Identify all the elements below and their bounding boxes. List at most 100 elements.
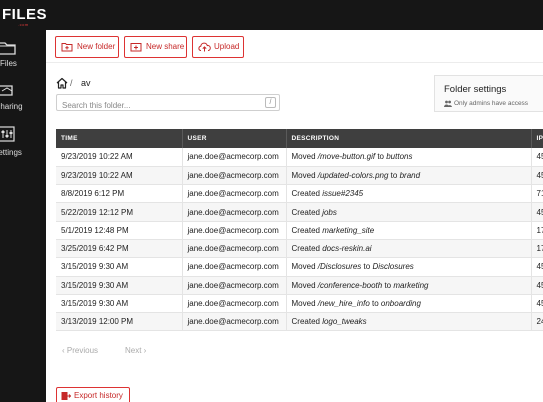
cell-time: 3/15/2019 9:30 AM: [56, 257, 183, 277]
cell-user: jane.doe@acmecorp.com: [182, 257, 287, 277]
sidebar-item-label: Settings: [0, 148, 22, 157]
action-verb: Moved: [291, 299, 318, 309]
sidebar-item-sharing[interactable]: Sharing: [0, 80, 46, 120]
cell-description: Created marketing_site: [286, 221, 532, 240]
cell-description: Moved /move-button.gif to buttons: [286, 148, 532, 167]
upload-label: Upload: [214, 42, 240, 51]
target-folder: marketing: [393, 280, 429, 290]
history-table: TIME USER DESCRIPTION IP 9/23/2019 10:22…: [56, 129, 543, 332]
folder-search: /: [56, 94, 280, 113]
cell-description: Created logo_tweaks: [286, 312, 532, 332]
table-row: 3/13/2019 12:00 PM jane.doe@acmecorp.com C…: [56, 312, 543, 332]
table-row: 5/1/2019 12:48 PM jane.doe@acmecorp.com Cr…: [56, 221, 543, 240]
cell-time: 3/15/2019 9:30 AM: [56, 294, 183, 314]
cell-user: jane.doe@acmecorp.com: [182, 239, 287, 259]
cell-description: Created jobs: [286, 202, 532, 222]
action-verb: Created: [291, 317, 323, 327]
cell-user: jane.doe@acmecorp.com: [182, 202, 287, 222]
table-header-row: TIME USER DESCRIPTION IP: [56, 129, 543, 148]
cell-ip: 45: [531, 148, 543, 167]
next-label: Next: [125, 346, 142, 355]
sidebar-item-label: Sharing: [0, 102, 23, 111]
table-row: 9/23/2019 10:22 AM jane.doe@acmecorp.com M…: [56, 148, 543, 167]
item-path: /updated-colors.png: [317, 170, 389, 180]
cell-user: jane.doe@acmecorp.com: [182, 221, 287, 240]
table-row: 9/23/2019 10:22 AM jane.doe@acmecorp.com M…: [56, 166, 543, 186]
cell-time: 9/23/2019 10:22 AM: [56, 148, 183, 167]
cell-time: 3/25/2019 6:42 PM: [56, 239, 183, 259]
cell-ip: 45: [531, 202, 543, 222]
action-verb: Created: [291, 225, 323, 235]
folder-icon: [0, 42, 16, 55]
target-folder: brand: [399, 170, 421, 180]
new-share-button[interactable]: New share: [124, 36, 187, 58]
target-folder: onboarding: [380, 299, 421, 309]
column-header-description: DESCRIPTION: [286, 129, 532, 148]
cell-ip: 17: [531, 221, 543, 240]
search-input[interactable]: [57, 98, 257, 113]
upload-button[interactable]: Upload: [192, 36, 244, 58]
target-folder: buttons: [386, 152, 413, 162]
cell-ip: 45: [531, 294, 543, 314]
new-folder-label: New folder: [77, 42, 116, 51]
next-page-button[interactable]: Next ›: [125, 346, 146, 355]
column-header-ip: IP: [531, 129, 543, 148]
cell-time: 9/23/2019 10:22 AM: [56, 166, 183, 186]
cell-user: jane.doe@acmecorp.com: [182, 276, 287, 295]
table-row: 3/25/2019 6:42 PM jane.doe@acmecorp.com Cr…: [56, 239, 543, 259]
cell-time: 3/15/2019 9:30 AM: [56, 276, 183, 295]
action-connector: to: [375, 152, 387, 162]
cell-description: Moved /conference-booth to marketing: [286, 276, 532, 295]
table-row: 3/15/2019 9:30 AM jane.doe@acmecorp.com Mo…: [56, 294, 543, 314]
folder-settings-subtitle: Only admins have access: [454, 100, 529, 107]
export-history-button[interactable]: Export history: [56, 387, 130, 402]
previous-page-button[interactable]: ‹ Previous: [62, 346, 98, 355]
share-icon: [0, 85, 13, 96]
table-row: 3/15/2019 9:30 AM jane.doe@acmecorp.com Mo…: [56, 276, 543, 295]
share-plus-icon: [130, 43, 142, 52]
breadcrumb-current[interactable]: av: [81, 78, 91, 88]
action-connector: to: [388, 170, 400, 180]
search-shortcut-key: /: [265, 97, 276, 108]
top-bar: FILES .com: [0, 0, 543, 30]
cell-description: Moved /new_hire_info to onboarding: [286, 294, 532, 314]
item-path: /conference-booth: [317, 280, 383, 290]
breadcrumb-separator: /: [70, 78, 73, 88]
cell-description: Moved /Disclosures to Disclosures: [286, 257, 532, 277]
item-path: docs-reskin.ai: [322, 244, 372, 254]
cell-user: jane.doe@acmecorp.com: [182, 184, 287, 204]
action-verb: Created: [291, 244, 323, 254]
folder-settings-panel[interactable]: Folder settings Only admins have access: [434, 75, 543, 112]
export-icon: [61, 392, 71, 400]
new-folder-button[interactable]: New folder: [55, 36, 119, 58]
cell-time: 8/8/2019 6:12 PM: [56, 184, 183, 204]
folder-settings-title: Folder settings: [444, 84, 507, 95]
sidebar-item-label: Files: [0, 59, 17, 68]
column-header-time: TIME: [56, 129, 183, 148]
cell-user: jane.doe@acmecorp.com: [182, 294, 287, 314]
new-share-label: New share: [146, 42, 185, 51]
logo: FILES: [2, 6, 48, 23]
action-verb: Moved: [291, 280, 318, 290]
cell-time: 5/22/2019 12:12 PM: [56, 202, 183, 222]
cell-time: 5/1/2019 12:48 PM: [56, 221, 183, 240]
action-connector: to: [369, 299, 381, 309]
cell-ip: 45: [531, 166, 543, 186]
toolbar: New folder New share Upload: [46, 30, 543, 63]
cell-ip: 45: [531, 257, 543, 277]
home-icon[interactable]: [56, 77, 68, 89]
folder-plus-icon: [61, 43, 73, 52]
users-icon: [444, 100, 452, 107]
action-connector: to: [361, 262, 373, 272]
logo-suffix: .com: [18, 22, 29, 27]
cell-ip: 71: [531, 184, 543, 204]
sidebar-item-settings[interactable]: Settings: [0, 124, 46, 164]
item-path: jobs: [322, 207, 337, 217]
cell-description: Moved /updated-colors.png to brand: [286, 166, 532, 186]
action-connector: to: [382, 280, 394, 290]
item-path: issue#2345: [322, 189, 364, 199]
action-verb: Created: [291, 189, 323, 199]
sidebar-item-files[interactable]: Files: [0, 38, 46, 78]
column-header-user: USER: [182, 129, 287, 148]
chevron-right-icon: ›: [141, 346, 147, 355]
